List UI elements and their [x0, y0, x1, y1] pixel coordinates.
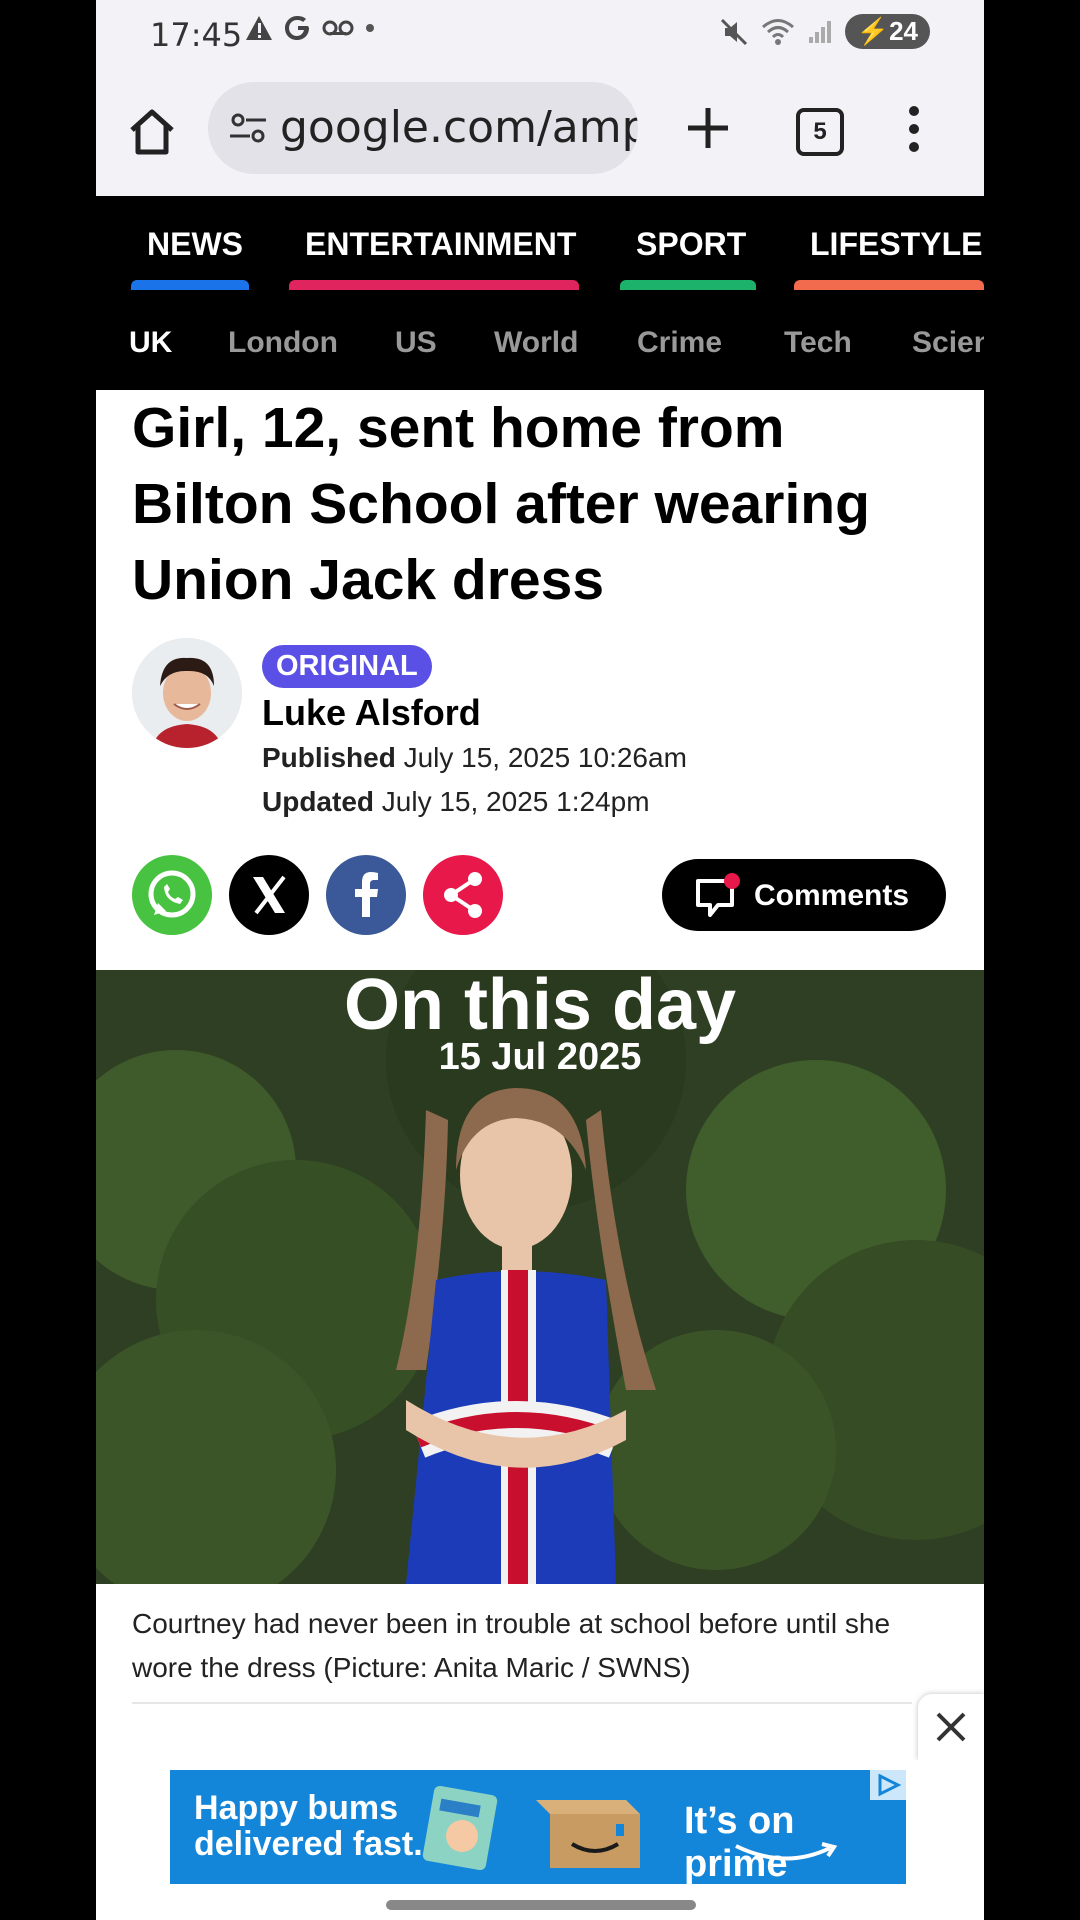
- sub-nav: UK London US World Crime Tech Scien: [96, 290, 984, 390]
- battery-level: 24: [889, 16, 918, 46]
- close-ad-button[interactable]: [918, 1694, 984, 1760]
- wifi-icon: [761, 18, 794, 45]
- whatsapp-share-button[interactable]: [132, 855, 212, 935]
- new-tab-icon[interactable]: [680, 100, 736, 156]
- divider: [132, 1702, 912, 1704]
- subnav-item-us[interactable]: US: [395, 326, 437, 360]
- original-badge: ORIGINAL: [262, 645, 432, 688]
- amazon-smile-icon: [735, 1842, 838, 1861]
- facebook-share-button[interactable]: [326, 855, 406, 935]
- subnav-item-crime[interactable]: Crime: [637, 326, 722, 360]
- updated-label: Updated: [262, 786, 374, 817]
- battery-indicator: ⚡24: [844, 14, 930, 49]
- article-hero-image[interactable]: On this day 15 Jul 2025: [96, 970, 984, 1584]
- nav-tab-lifestyle[interactable]: LIFESTYLE: [810, 226, 982, 263]
- site-settings-icon[interactable]: [228, 108, 268, 148]
- google-icon: [285, 16, 309, 40]
- comments-label: Comments: [754, 879, 910, 912]
- gesture-home-bar[interactable]: [386, 1900, 696, 1910]
- notification-dot-icon: [366, 24, 374, 32]
- amazon-box-image: [536, 1800, 640, 1868]
- ad-banner[interactable]: Happy bums delivered fast. It’s on prime: [170, 1770, 906, 1884]
- overlay-title: On this day: [343, 970, 737, 1045]
- overlay-date: 15 Jul 2025: [438, 1036, 642, 1078]
- published-line: Published July 15, 2025 10:26am: [262, 742, 687, 774]
- phone-screen: 17:45 ⚡24 google.com/amp/s 5 NEWS ENTERT…: [96, 0, 984, 1920]
- voicemail-icon: [322, 20, 354, 36]
- subnav-item-uk[interactable]: UK: [129, 326, 172, 360]
- home-icon[interactable]: [124, 104, 180, 160]
- author-avatar[interactable]: [132, 638, 242, 748]
- subnav-item-science[interactable]: Scien: [912, 326, 984, 360]
- tab-switcher-button[interactable]: 5: [796, 108, 844, 156]
- subnav-item-world[interactable]: World: [494, 326, 578, 360]
- signal-icon: [808, 20, 831, 43]
- subnav-item-tech[interactable]: Tech: [784, 326, 852, 360]
- author-photo: [132, 638, 242, 748]
- nav-tab-news-underline: [131, 280, 249, 290]
- x-icon: [253, 875, 286, 915]
- article-header: Girl, 12, sent home from Bilton School a…: [96, 390, 984, 970]
- updated-line: Updated July 15, 2025 1:24pm: [262, 786, 650, 818]
- published-date: July 15, 2025 10:26am: [403, 742, 687, 773]
- status-left-icons: [244, 14, 376, 42]
- share-icon: [444, 872, 482, 918]
- updated-date: July 15, 2025 1:24pm: [381, 786, 650, 817]
- caption-area: Courtney had never been in trouble at sc…: [96, 1584, 984, 1760]
- published-label: Published: [262, 742, 396, 773]
- diaper-pack-image: [422, 1785, 498, 1870]
- article-headline: Girl, 12, sent home from Bilton School a…: [132, 396, 870, 612]
- share-button[interactable]: [423, 855, 503, 935]
- close-icon: [936, 1712, 966, 1742]
- nav-tab-lifestyle-underline: [794, 280, 984, 290]
- status-bar: 17:45 ⚡24: [96, 0, 984, 70]
- author-name[interactable]: Luke Alsford: [262, 692, 481, 734]
- mute-icon: [720, 18, 747, 45]
- comment-icon: [696, 873, 740, 917]
- comments-button[interactable]: Comments: [662, 859, 946, 931]
- nav-tab-news[interactable]: NEWS: [147, 226, 243, 263]
- whatsapp-icon: [148, 870, 196, 918]
- nav-tab-sport[interactable]: SPORT: [636, 226, 746, 263]
- ad-headline-line-2: delivered fast.: [194, 1825, 423, 1863]
- status-right-icons: ⚡24: [719, 14, 930, 49]
- address-bar[interactable]: google.com/amp/s: [208, 82, 638, 174]
- ad-headline: Happy bums delivered fast.: [194, 1790, 423, 1862]
- ad-area: Happy bums delivered fast. It’s on prime: [96, 1760, 984, 1920]
- status-time: 17:45: [150, 16, 243, 54]
- url-text[interactable]: google.com/amp/s: [280, 102, 638, 153]
- x-share-button[interactable]: [229, 855, 309, 935]
- warning-icon: [246, 16, 272, 40]
- nav-tab-entertainment-underline: [289, 280, 579, 290]
- subnav-item-london[interactable]: London: [228, 326, 338, 360]
- ad-headline-line-1: Happy bums: [194, 1789, 399, 1827]
- adchoices-icon[interactable]: [870, 1770, 906, 1800]
- nav-tab-sport-underline: [620, 280, 756, 290]
- site-section-nav: NEWS ENTERTAINMENT SPORT LIFESTYLE: [96, 196, 984, 290]
- more-menu-icon[interactable]: [904, 106, 924, 166]
- nav-tab-entertainment[interactable]: ENTERTAINMENT: [305, 226, 576, 263]
- browser-toolbar: google.com/amp/s 5: [96, 70, 984, 197]
- image-caption: Courtney had never been in trouble at sc…: [132, 1608, 891, 1683]
- facebook-icon: [355, 872, 378, 917]
